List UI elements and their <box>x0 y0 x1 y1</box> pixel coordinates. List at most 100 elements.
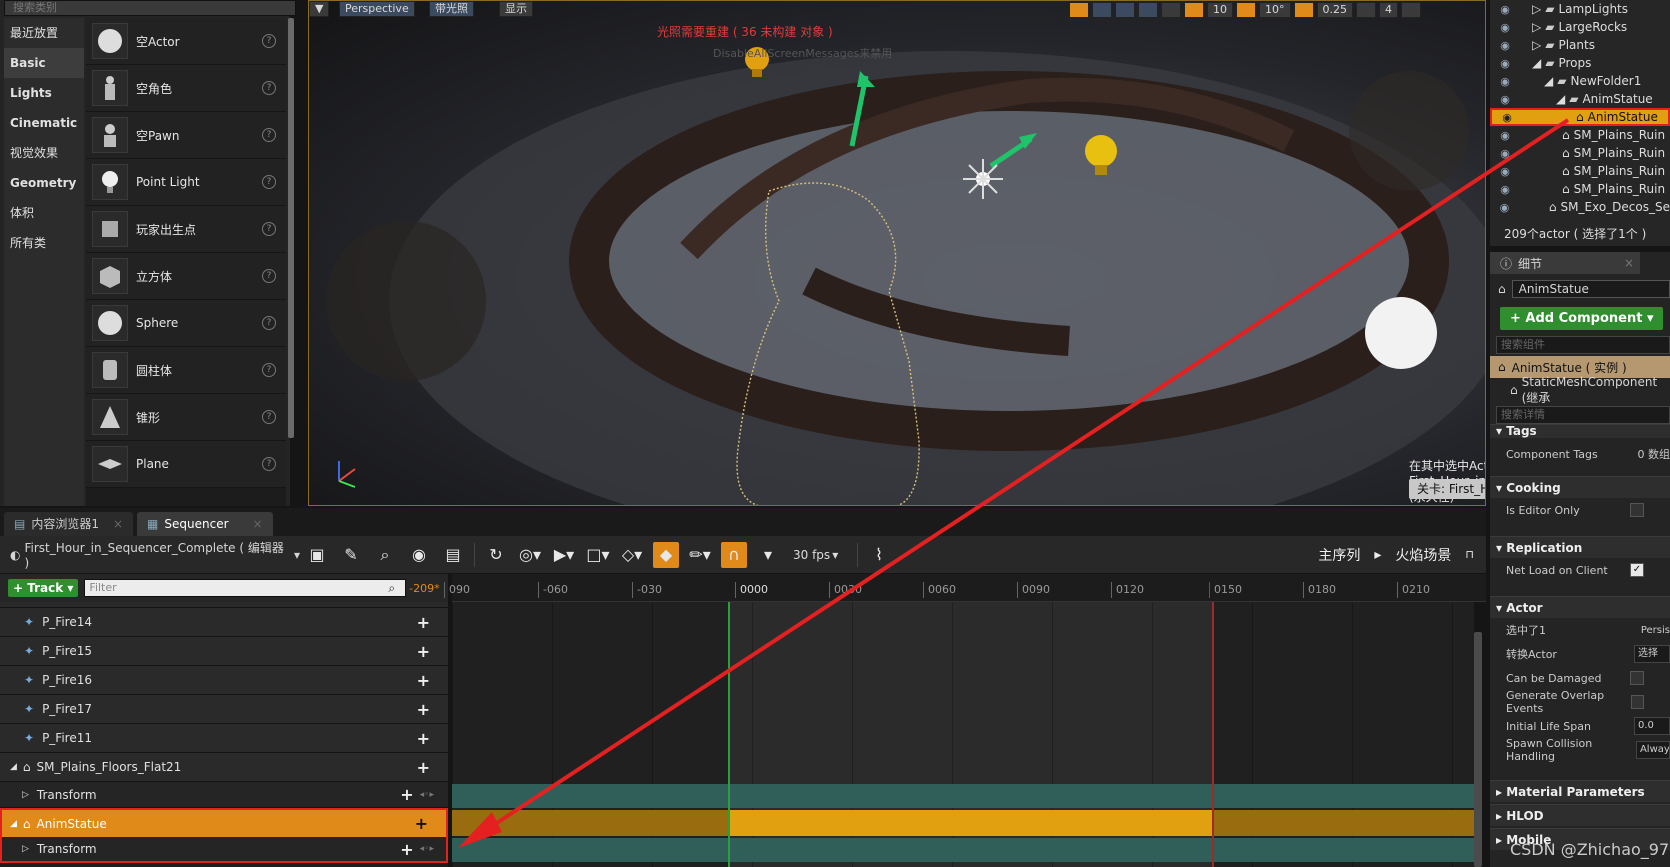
save-icon[interactable]: ▣ <box>304 542 330 568</box>
actor-item[interactable]: 空Actor? <box>86 18 286 65</box>
section-actor[interactable]: ▾ Actor <box>1490 596 1670 618</box>
perspective-button[interactable]: Perspective <box>339 1 415 17</box>
is-editor-only-checkbox[interactable] <box>1630 503 1644 517</box>
place-search-input[interactable]: 搜索类别 <box>4 0 296 16</box>
find-icon[interactable]: ⌕ <box>372 542 398 568</box>
help-icon[interactable]: ? <box>262 81 276 95</box>
add-icon[interactable]: + <box>417 729 430 748</box>
category-geometry[interactable]: Geometry <box>4 168 84 198</box>
lit-mode-button[interactable]: 带光照 <box>429 1 474 17</box>
add-icon[interactable]: + <box>400 785 413 804</box>
eye-icon[interactable]: ◉ <box>1492 111 1522 124</box>
scale-icon[interactable] <box>1115 2 1135 18</box>
actor-item[interactable]: Sphere? <box>86 300 286 347</box>
grid-snap-value[interactable]: 10 <box>1207 2 1233 18</box>
rotate-icon[interactable] <box>1092 2 1112 18</box>
add-component-button[interactable]: + Add Component ▾ <box>1500 306 1664 330</box>
help-icon[interactable]: ? <box>262 128 276 142</box>
expand-icon[interactable]: ◢ <box>10 819 17 829</box>
key-icon[interactable]: ◇▾ <box>619 542 645 568</box>
add-icon[interactable]: + <box>417 671 430 690</box>
transform-lane[interactable] <box>452 838 1474 862</box>
timeline-ruler[interactable]: 090 -060 -030 0000 0030 0060 0090 0120 0… <box>444 574 1486 602</box>
filter-input[interactable]: Filter <box>84 579 407 597</box>
actor-item[interactable]: 锥形? <box>86 394 286 441</box>
edit-icon[interactable]: ✏▾ <box>687 542 713 568</box>
close-icon[interactable]: × <box>1624 256 1634 270</box>
auto-key-icon[interactable]: ◆ <box>653 541 679 568</box>
outliner-row[interactable]: ◉ ⌂ SM_Plains_Ruin <box>1490 180 1670 198</box>
expand-icon[interactable]: ▷ <box>1532 2 1541 16</box>
category-recent[interactable]: 最近放置 <box>4 18 84 48</box>
eye-icon[interactable]: ◉ <box>1490 93 1520 106</box>
outliner-row[interactable]: ◉ ⌂ SM_Plains_Ruin <box>1490 126 1670 144</box>
sequence-selector[interactable]: ◐ First_Hour_in_Sequencer_Complete ( 编辑器… <box>10 539 300 570</box>
timeline-body[interactable] <box>452 602 1474 867</box>
tab-sequencer[interactable]: ▦ Sequencer × <box>137 512 273 536</box>
eye-icon[interactable]: ◉ <box>1490 3 1520 16</box>
outliner-row[interactable]: ◉ ◢ ▰ NewFolder1 <box>1490 72 1670 90</box>
eye-icon[interactable]: ◉ <box>1490 21 1520 34</box>
lock-icon[interactable]: ⊓ <box>1465 548 1474 561</box>
key-nav-icon[interactable]: ◂◦▸ <box>420 844 434 854</box>
eye-icon[interactable]: ◉ <box>1490 165 1520 178</box>
fps-selector[interactable]: 30 fps ▾ <box>793 548 853 562</box>
outliner-row[interactable]: ◉ ⌂ SM_Exo_Decos_Se <box>1490 198 1670 216</box>
expand-icon[interactable]: ▷ <box>1532 38 1541 52</box>
eye-icon[interactable]: ◉ <box>1490 39 1520 52</box>
net-load-checkbox[interactable]: ✓ <box>1630 563 1644 577</box>
track-row-animstatue[interactable]: ◢ ⌂ AnimStatue + <box>0 808 448 837</box>
place-scrollbar[interactable] <box>288 18 294 438</box>
help-icon[interactable]: ? <box>262 316 276 330</box>
category-volumes[interactable]: 体积 <box>4 198 84 228</box>
camera-speed-icon[interactable] <box>1356 2 1376 18</box>
convert-actor-dropdown[interactable]: 选择 <box>1634 645 1670 663</box>
track-row[interactable]: ◢ ⌂ SM_Plains_Floors_Flat21 + <box>0 753 448 782</box>
help-icon[interactable]: ? <box>262 410 276 424</box>
render-icon[interactable]: ▤ <box>440 542 466 568</box>
maximize-icon[interactable] <box>1401 2 1421 18</box>
help-icon[interactable]: ? <box>262 175 276 189</box>
breadcrumb-current[interactable]: 火焰场景 <box>1395 545 1451 565</box>
scale-snap-icon[interactable] <box>1293 2 1314 18</box>
end-marker[interactable] <box>1212 602 1214 867</box>
key-nav-icon[interactable]: ◂◦▸ <box>420 790 434 800</box>
animstatue-section[interactable] <box>728 810 1212 836</box>
help-icon[interactable]: ? <box>262 34 276 48</box>
life-span-input[interactable]: 0.0 <box>1634 717 1670 735</box>
snap-magnet-icon[interactable]: ∩ <box>721 541 747 568</box>
actor-item[interactable]: Plane? <box>86 441 286 488</box>
translate-icon[interactable] <box>1069 2 1089 18</box>
camera-icon[interactable]: ◉ <box>406 542 432 568</box>
overlap-events-checkbox[interactable] <box>1631 695 1644 709</box>
search-details-input[interactable]: 搜索详情 <box>1496 406 1670 424</box>
help-icon[interactable]: ? <box>262 269 276 283</box>
outliner-row[interactable]: ◉ ◢ ▰ Props <box>1490 54 1670 72</box>
expand-icon[interactable]: ▷ <box>1532 20 1541 34</box>
track-row[interactable]: ✦ P_Fire16 + <box>0 666 448 695</box>
close-icon[interactable]: × <box>113 512 123 536</box>
add-track-button[interactable]: + Track ▾ <box>8 579 79 597</box>
tab-details[interactable]: ⓘ 细节 × <box>1490 252 1640 274</box>
add-icon[interactable]: + <box>400 840 413 859</box>
actor-item[interactable]: 立方体? <box>86 253 286 300</box>
eye-icon[interactable]: ◎▾ <box>517 542 543 568</box>
actor-item[interactable]: 圆柱体? <box>86 347 286 394</box>
transform-lane[interactable] <box>452 784 1474 808</box>
add-icon[interactable]: + <box>415 814 428 833</box>
section-tags[interactable]: ▾ Tags <box>1490 424 1670 438</box>
breadcrumb-master[interactable]: 主序列 <box>1318 545 1360 565</box>
add-icon[interactable]: + <box>417 613 430 632</box>
grid-snap-icon[interactable] <box>1184 2 1204 18</box>
expand-icon[interactable]: ◢ <box>10 762 17 772</box>
category-all-classes[interactable]: 所有类 <box>4 228 84 258</box>
eye-icon[interactable]: ◉ <box>1490 147 1520 160</box>
eye-icon[interactable]: ◉ <box>1490 201 1519 214</box>
play-icon[interactable]: ▶▾ <box>551 542 577 568</box>
section-cooking[interactable]: ▾ Cooking <box>1490 476 1670 498</box>
expand-icon[interactable]: ◢ <box>1532 56 1541 70</box>
category-visual-effects[interactable]: 视觉效果 <box>4 138 84 168</box>
actor-item[interactable]: 玩家出生点? <box>86 206 286 253</box>
timeline-scrollbar[interactable] <box>1474 632 1482 867</box>
track-row[interactable]: ✦ P_Fire17 + <box>0 695 448 724</box>
